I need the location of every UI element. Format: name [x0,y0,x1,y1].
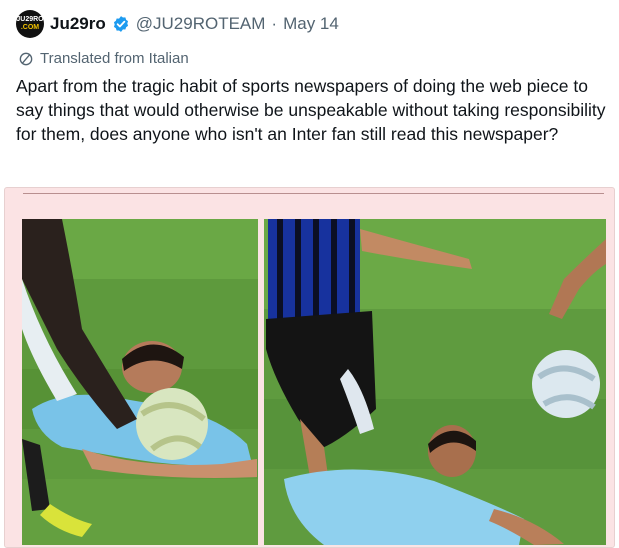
tweet-media[interactable] [4,187,615,548]
separator-dot: · [271,14,278,33]
author-name[interactable]: Ju29ro [50,14,106,34]
translate-icon [19,52,33,65]
translation-label: Translated from Italian [40,50,189,67]
author-handle[interactable]: @JU29ROTEAM [136,14,266,34]
photo-foul-closeup[interactable] [22,219,258,545]
media-divider [23,193,604,194]
tweet-date[interactable]: May 14 [283,14,339,34]
avatar-text-bottom: .COM [20,24,40,31]
tweet-header: JU29RO .COM Ju29ro @JU29ROTEAM · May 14 [16,10,609,38]
tweet-text: Apart from the tragic habit of sports ne… [16,76,606,144]
tweet-card[interactable]: JU29RO .COM Ju29ro @JU29ROTEAM · May 14 … [0,0,619,548]
translation-notice: Translated from Italian [18,50,189,67]
photo-foul-wide[interactable] [264,219,606,545]
avatar-text-top: JU29RO [16,16,44,23]
avatar[interactable]: JU29RO .COM [16,10,44,38]
verified-badge-icon [113,16,128,32]
